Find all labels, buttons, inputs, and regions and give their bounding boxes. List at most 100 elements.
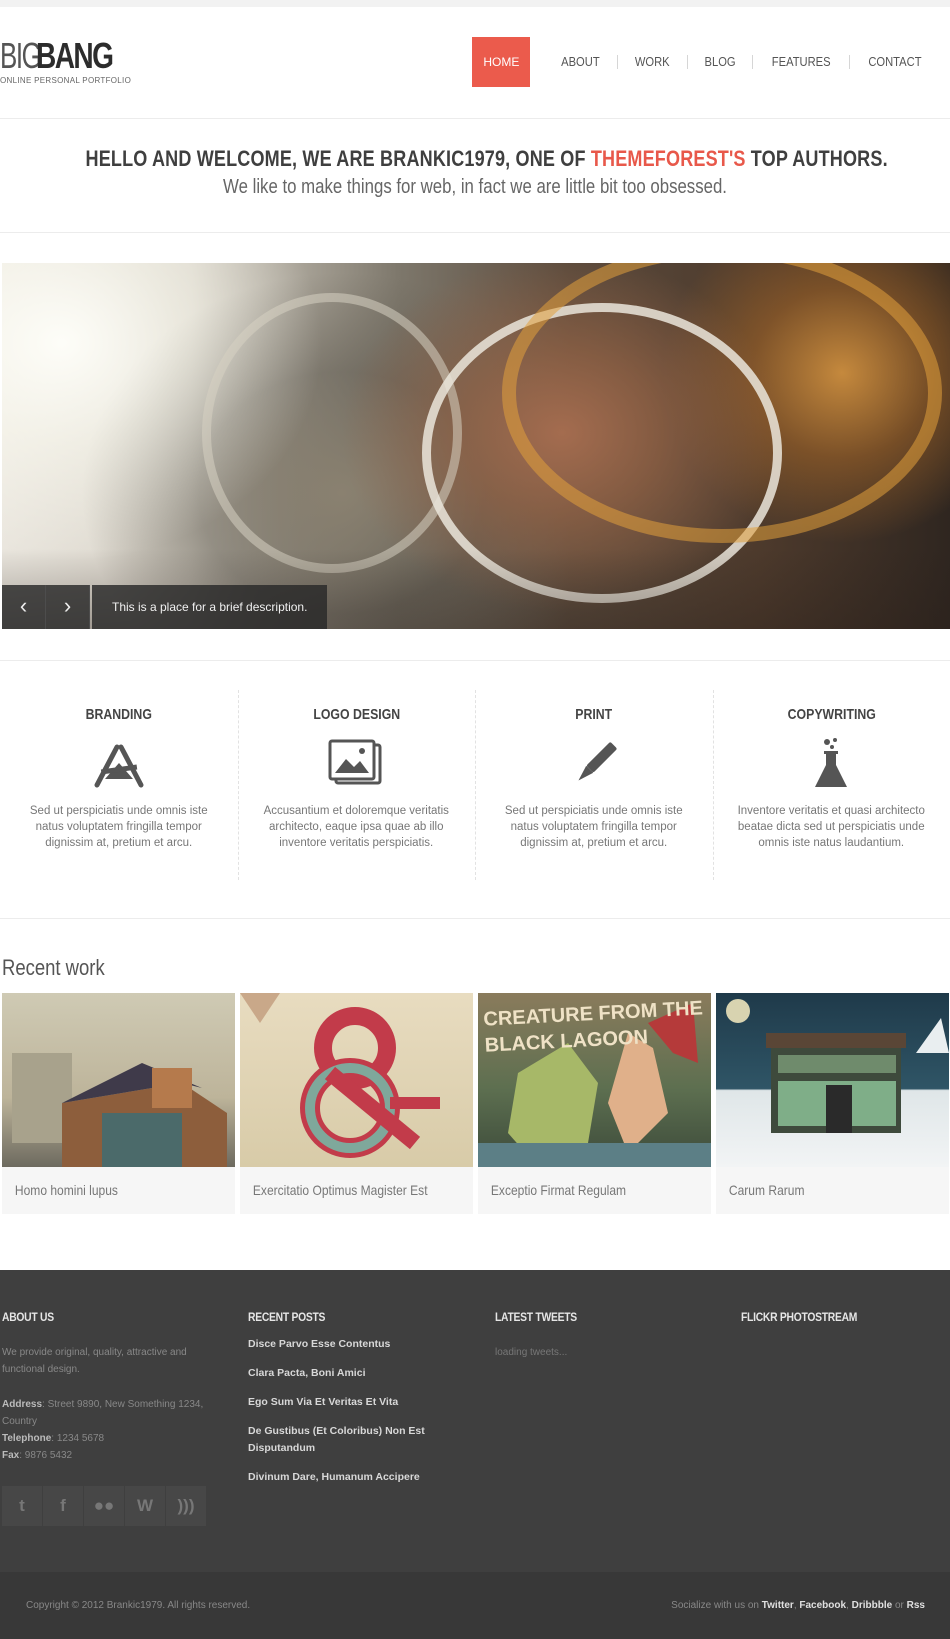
- house-illustration: [12, 1053, 227, 1167]
- slider-prev-button[interactable]: ‹: [2, 585, 46, 629]
- service-description: Inventore veritatis et quasi architecto …: [737, 805, 925, 849]
- rss-icon[interactable]: ))): [166, 1486, 206, 1526]
- intro-divider: [0, 232, 950, 233]
- work-thumbnail[interactable]: [716, 993, 949, 1167]
- footer-social-icons: t f ●● W ))): [2, 1486, 222, 1526]
- service-print: PRINT Sed ut perspiciatis unde omnis ist…: [475, 690, 713, 880]
- nav-about[interactable]: ABOUT: [549, 37, 612, 87]
- twitter-link[interactable]: Twitter: [762, 1600, 794, 1611]
- intro-title-accent-link[interactable]: THEMEFOREST'S: [591, 146, 746, 171]
- footer-latest-tweets: LATEST TWEETS loading tweets...: [495, 1310, 715, 1361]
- footer-column-title: LATEST TWEETS: [495, 1310, 577, 1324]
- recent-post-link[interactable]: Disce Parvo Esse Contentus: [248, 1336, 468, 1353]
- service-description: Sed ut perspiciatis unde omnis iste natu…: [504, 805, 683, 849]
- intro-block: HELLO AND WELCOME, WE ARE BRANKIC1979, O…: [0, 146, 950, 199]
- twitter-icon[interactable]: t: [2, 1486, 42, 1526]
- contact-info: Address: Street 9890, New Something 1234…: [2, 1396, 207, 1464]
- site-footer: ABOUT US We provide original, quality, a…: [0, 1270, 950, 1572]
- footer-bottom-bar: Copyright © 2012 Brankic1979. All rights…: [0, 1572, 950, 1639]
- logo-wordmark: BIGBANG: [0, 38, 140, 74]
- logo-tagline: ONLINE PERSONAL PORTFOLIO: [0, 76, 132, 85]
- recent-post-link[interactable]: Clara Pacta, Boni Amici: [248, 1365, 468, 1382]
- footer-recent-posts: RECENT POSTS Disce Parvo Esse Contentus …: [248, 1310, 468, 1486]
- work-thumbnail[interactable]: CREATURE FROM THE BLACK LAGOON: [478, 993, 711, 1167]
- recent-post-link[interactable]: De Gustibus (Et Coloribus) Non Est Dispu…: [248, 1423, 448, 1457]
- footer-column-title: RECENT POSTS: [248, 1310, 326, 1324]
- nav-work[interactable]: WORK: [623, 37, 682, 87]
- facebook-link[interactable]: Facebook: [799, 1600, 846, 1611]
- rss-link[interactable]: Rss: [907, 1600, 925, 1611]
- hero-slider[interactable]: ‹ › This is a place for a brief descript…: [2, 263, 950, 629]
- slider-controls: ‹ › This is a place for a brief descript…: [2, 585, 328, 629]
- service-title: COPYWRITING: [787, 706, 876, 723]
- socialize-links: Socialize with us on Twitter, Facebook, …: [671, 1600, 925, 1611]
- work-thumbnail[interactable]: [2, 993, 235, 1167]
- services-section: BRANDING Sed ut perspiciatis unde omnis …: [0, 690, 950, 880]
- intro-title-end: TOP AUTHORS.: [745, 146, 888, 171]
- footer-column-title: FLICKR PHOTOSTREAM: [741, 1310, 858, 1324]
- slider-next-button[interactable]: ›: [46, 585, 90, 629]
- flask-icon: [815, 738, 848, 787]
- service-description: Accusantium et doloremque veritatis arch…: [263, 805, 449, 849]
- footer-flickr: FLICKR PHOTOSTREAM: [741, 1310, 950, 1324]
- nav-divider: [849, 55, 851, 69]
- flickr-icon[interactable]: ●●: [84, 1486, 124, 1526]
- nav-home[interactable]: HOME: [472, 37, 531, 87]
- facebook-icon[interactable]: f: [43, 1486, 83, 1526]
- service-logo-design: LOGO DESIGN Accusantium et doloremque ve…: [237, 690, 476, 880]
- fax-value: : 9876 5432: [19, 1450, 73, 1461]
- logo-bold-text: BANG: [36, 35, 114, 76]
- main-nav: HOME ABOUT WORK BLOG FEATURES CONTACT: [472, 37, 940, 87]
- work-item[interactable]: Exercitatio Optimus Magister Est: [240, 993, 473, 1214]
- nav-divider: [686, 55, 688, 69]
- work-thumbnail[interactable]: [240, 993, 473, 1167]
- about-text: We provide original, quality, attractive…: [2, 1347, 187, 1375]
- nav-blog[interactable]: BLOG: [692, 37, 747, 87]
- socialize-prefix: Socialize with us on: [671, 1600, 762, 1611]
- nav-features[interactable]: FEATURES: [759, 37, 842, 87]
- service-description: Sed ut perspiciatis unde omnis iste natu…: [29, 805, 208, 849]
- recent-work-grid: Homo homini lupus Exercitatio Optimus Ma…: [2, 993, 950, 1214]
- work-item[interactable]: Carum Rarum: [716, 993, 949, 1214]
- work-caption[interactable]: Carum Rarum: [716, 1167, 916, 1214]
- service-copywriting: COPYWRITING Inventore veritatis et quasi…: [712, 690, 950, 880]
- intro-subtitle: We like to make things for web, in fact …: [223, 176, 727, 198]
- nav-divider: [751, 55, 753, 69]
- logo-light-text: BIG: [0, 35, 42, 76]
- intro-title-start: HELLO AND WELCOME, WE ARE BRANKIC1979, O…: [85, 146, 591, 171]
- address-label: Address: [2, 1399, 43, 1410]
- work-item[interactable]: CREATURE FROM THE BLACK LAGOON Exceptio …: [478, 993, 711, 1214]
- slider-caption: This is a place for a brief description.: [92, 585, 328, 629]
- footer-about: ABOUT US We provide original, quality, a…: [2, 1310, 222, 1526]
- socialize-or: or: [892, 1600, 907, 1611]
- intro-title: HELLO AND WELCOME, WE ARE BRANKIC1979, O…: [85, 146, 888, 172]
- nav-divider: [617, 55, 619, 69]
- slider-divider: [0, 660, 950, 661]
- site-logo[interactable]: BIGBANG ONLINE PERSONAL PORTFOLIO: [0, 38, 140, 90]
- service-title: PRINT: [575, 706, 613, 723]
- cabin-illustration: [726, 999, 949, 1133]
- telephone-value: : 1234 5678: [51, 1433, 105, 1444]
- recent-post-link[interactable]: Divinum Dare, Humanum Accipere: [248, 1469, 468, 1486]
- wordpress-icon[interactable]: W: [125, 1486, 165, 1526]
- work-caption[interactable]: Exercitatio Optimus Magister Est: [240, 1167, 440, 1214]
- service-title: LOGO DESIGN: [312, 706, 400, 723]
- dribbble-link[interactable]: Dribbble: [852, 1600, 893, 1611]
- copyright-text: Copyright © 2012 Brankic1979. All rights…: [26, 1600, 251, 1611]
- work-caption[interactable]: Exceptio Firmat Regulam: [478, 1167, 678, 1214]
- service-title: BRANDING: [85, 706, 152, 723]
- recent-work-title: Recent work: [2, 955, 105, 980]
- fax-label: Fax: [2, 1450, 20, 1461]
- pen-icon: [578, 742, 617, 781]
- nav-contact[interactable]: CONTACT: [856, 37, 933, 87]
- telephone-label: Telephone: [2, 1433, 52, 1444]
- service-branding: BRANDING Sed ut perspiciatis unde omnis …: [0, 690, 238, 880]
- image-gallery-icon: [328, 739, 382, 785]
- work-item[interactable]: Homo homini lupus: [2, 993, 235, 1214]
- ampersand-illustration: [240, 993, 440, 1158]
- recent-post-link[interactable]: Ego Sum Via Et Veritas Et Vita: [248, 1394, 468, 1411]
- tweets-loading-status: loading tweets...: [495, 1347, 568, 1358]
- footer-column-title: ABOUT US: [2, 1310, 54, 1324]
- work-caption[interactable]: Homo homini lupus: [2, 1167, 202, 1214]
- services-divider: [0, 918, 950, 919]
